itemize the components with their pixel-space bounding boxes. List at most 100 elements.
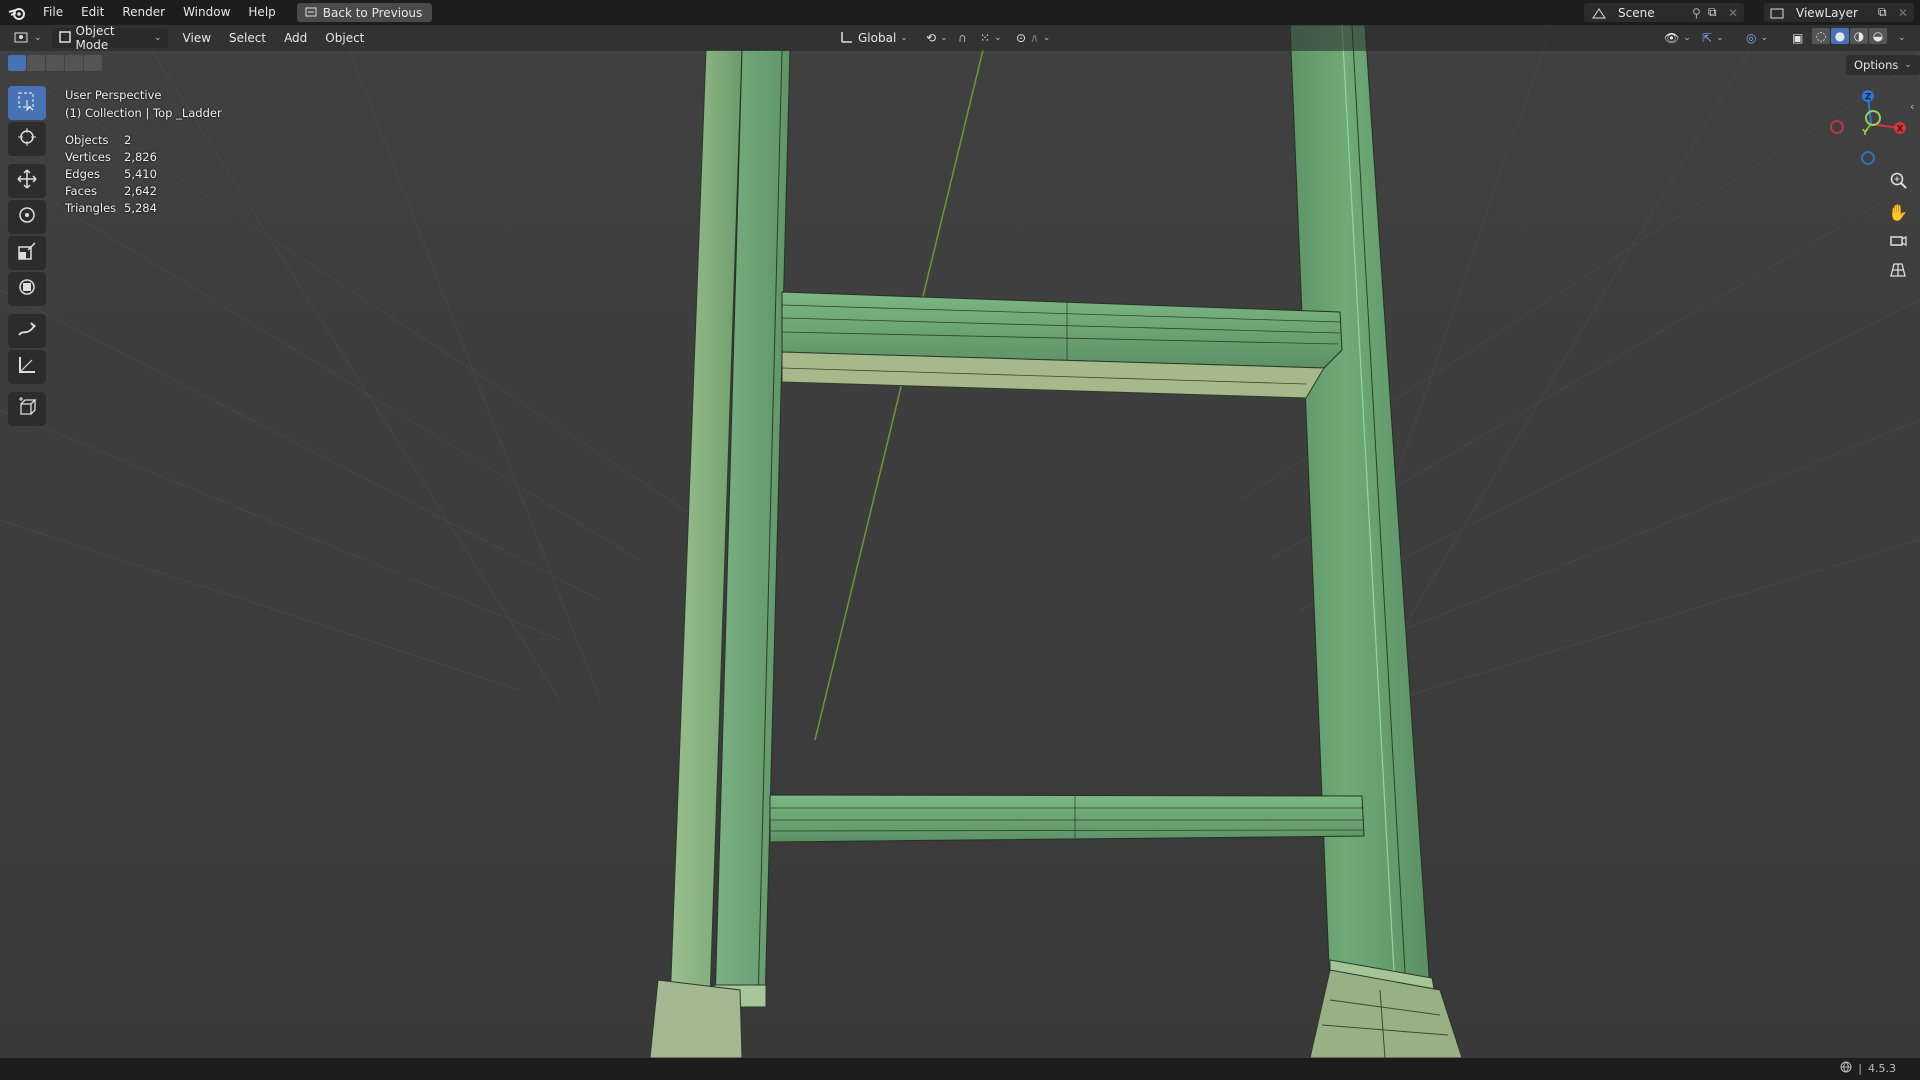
- options-dropdown[interactable]: Options ⌄: [1846, 55, 1920, 75]
- transform-tool[interactable]: [8, 272, 46, 306]
- grid-icon: [1889, 262, 1907, 282]
- orientation-axes-icon: [840, 30, 854, 47]
- overlays-toggle[interactable]: ◎ ⌄: [1740, 28, 1774, 48]
- scene-icon: [1584, 7, 1614, 19]
- back-to-previous-label: Back to Previous: [322, 5, 423, 20]
- stat-value: 2,826: [124, 150, 157, 164]
- menu-window[interactable]: Window: [174, 0, 239, 25]
- stat-label: Faces: [65, 184, 97, 198]
- orientation-label: Global: [858, 31, 897, 45]
- left-foot: [649, 979, 743, 1059]
- menu-select[interactable]: Select: [220, 25, 275, 51]
- perspective-toggle-button[interactable]: [1881, 258, 1915, 286]
- view-layer-name: ViewLayer: [1796, 5, 1858, 20]
- chevron-down-icon: ⌄: [1904, 60, 1912, 70]
- network-icon: [1840, 1061, 1852, 1076]
- stat-row: Triangles 5,284: [65, 200, 222, 217]
- select-extend-icon[interactable]: [27, 55, 45, 71]
- visibility-button[interactable]: 👁 ⌄: [1658, 28, 1697, 48]
- new-view-layer-icon[interactable]: ⧉: [1878, 5, 1898, 20]
- blender-logo-icon[interactable]: [0, 0, 34, 25]
- gizmo-neg-z-ball[interactable]: [1861, 151, 1875, 165]
- selection-mode-group: [8, 55, 102, 71]
- camera-view-button[interactable]: [1881, 228, 1915, 256]
- editor-type-button[interactable]: ⌄: [8, 28, 48, 48]
- select-subtract-icon[interactable]: [46, 55, 64, 71]
- pin-icon[interactable]: ⚲: [1692, 6, 1708, 20]
- delete-view-layer-icon[interactable]: ✕: [1898, 6, 1914, 20]
- menu-object[interactable]: Object: [316, 25, 373, 51]
- snap-target-button[interactable]: ⁙ ⌄: [974, 28, 1008, 48]
- tool-shelf: [8, 86, 46, 428]
- pivot-point-button[interactable]: ⟲ ⌄: [920, 28, 954, 48]
- select-box-tool[interactable]: [8, 86, 46, 120]
- shading-options-chevron-icon[interactable]: ⌄: [1898, 33, 1906, 43]
- annotate-tool[interactable]: [8, 314, 46, 348]
- scene-name: Scene: [1618, 5, 1655, 20]
- proportional-editing-button[interactable]: ⊙ ∧ ⌄: [1010, 28, 1056, 48]
- viewport-scene[interactable]: [0, 0, 1920, 1080]
- menu-add[interactable]: Add: [275, 25, 316, 51]
- back-to-previous-button[interactable]: Back to Previous: [296, 3, 433, 22]
- stat-row: Faces 2,642: [65, 183, 222, 200]
- measure-icon: [17, 355, 37, 379]
- gizmo-y-ball[interactable]: [1865, 110, 1881, 126]
- hand-icon: ✋: [1888, 202, 1908, 222]
- add-cube-tool[interactable]: [8, 392, 46, 426]
- options-label: Options: [1854, 58, 1899, 72]
- menu-file[interactable]: File: [34, 0, 72, 25]
- zoom-button[interactable]: [1881, 168, 1915, 196]
- select-invert-icon[interactable]: [65, 55, 83, 71]
- material-shading-icon[interactable]: ◑: [1850, 28, 1868, 44]
- scene-selector[interactable]: Scene ⚲ ⧉ ✕: [1584, 3, 1744, 22]
- annotate-icon: [17, 319, 37, 343]
- gizmo-x-label: X: [1897, 125, 1904, 135]
- navigation-gizmo[interactable]: Z X Y: [1820, 82, 1920, 172]
- move-tool[interactable]: [8, 164, 46, 198]
- collection-label: (1) Collection | Top _Ladder: [65, 106, 222, 120]
- transform-orientation-selector[interactable]: Global ⌄: [834, 28, 914, 48]
- falloff-icon: ∧: [1030, 31, 1039, 45]
- menu-render[interactable]: Render: [113, 0, 174, 25]
- view-name: User Perspective: [65, 88, 162, 102]
- snap-toggle[interactable]: ∩: [952, 28, 973, 48]
- top-menu-bar: File Edit Render Window Help Back to Pre…: [0, 0, 1920, 25]
- select-box-icon: [17, 91, 37, 115]
- gizmo-z-label: Z: [1865, 93, 1872, 103]
- solid-shading-icon[interactable]: ●: [1831, 28, 1849, 44]
- delete-scene-icon[interactable]: ✕: [1728, 6, 1744, 20]
- magnet-icon: ∩: [958, 31, 967, 45]
- rotate-tool[interactable]: [8, 200, 46, 234]
- menu-edit[interactable]: Edit: [72, 0, 113, 25]
- mode-selector[interactable]: Object Mode ⌄: [51, 24, 168, 52]
- viewport-header: ⌄ Object Mode ⌄ View Select Add Object G…: [0, 24, 1920, 52]
- lower-rung[interactable]: [769, 794, 1365, 843]
- viewport-info-overlay: User Perspective (1) Collection | Top _L…: [65, 86, 222, 217]
- pivot-icon: ⟲: [926, 31, 937, 45]
- transform-icon: [17, 277, 37, 301]
- xray-icon: ▣: [1792, 31, 1804, 45]
- xray-toggle[interactable]: ▣: [1786, 28, 1809, 48]
- stat-row: Objects 2: [65, 132, 222, 149]
- version-separator: |: [1858, 1062, 1862, 1075]
- gizmo-y-label: Y: [1861, 128, 1868, 137]
- menu-help[interactable]: Help: [239, 0, 284, 25]
- wireframe-shading-icon[interactable]: ◌: [1812, 28, 1830, 44]
- stat-value: 2,642: [124, 184, 157, 198]
- scale-tool[interactable]: [8, 236, 46, 270]
- pan-button[interactable]: ✋: [1881, 198, 1915, 226]
- rendered-shading-icon[interactable]: ◒: [1869, 28, 1887, 44]
- 3d-viewport[interactable]: [0, 0, 1920, 1080]
- cursor-icon: [17, 127, 37, 151]
- gizmo-toggle[interactable]: ⇱ ⌄: [1696, 28, 1730, 48]
- select-intersect-icon[interactable]: [84, 55, 102, 71]
- stat-row: Edges 5,410: [65, 166, 222, 183]
- view-layer-icon: [1764, 7, 1790, 19]
- menu-view[interactable]: View: [174, 25, 220, 51]
- view-layer-selector[interactable]: ViewLayer ⧉ ✕: [1764, 3, 1914, 22]
- select-new-icon[interactable]: [8, 55, 26, 71]
- cursor-tool[interactable]: [8, 122, 46, 156]
- gizmo-neg-x-ball[interactable]: [1830, 120, 1844, 134]
- new-scene-icon[interactable]: ⧉: [1708, 5, 1728, 20]
- measure-tool[interactable]: [8, 350, 46, 384]
